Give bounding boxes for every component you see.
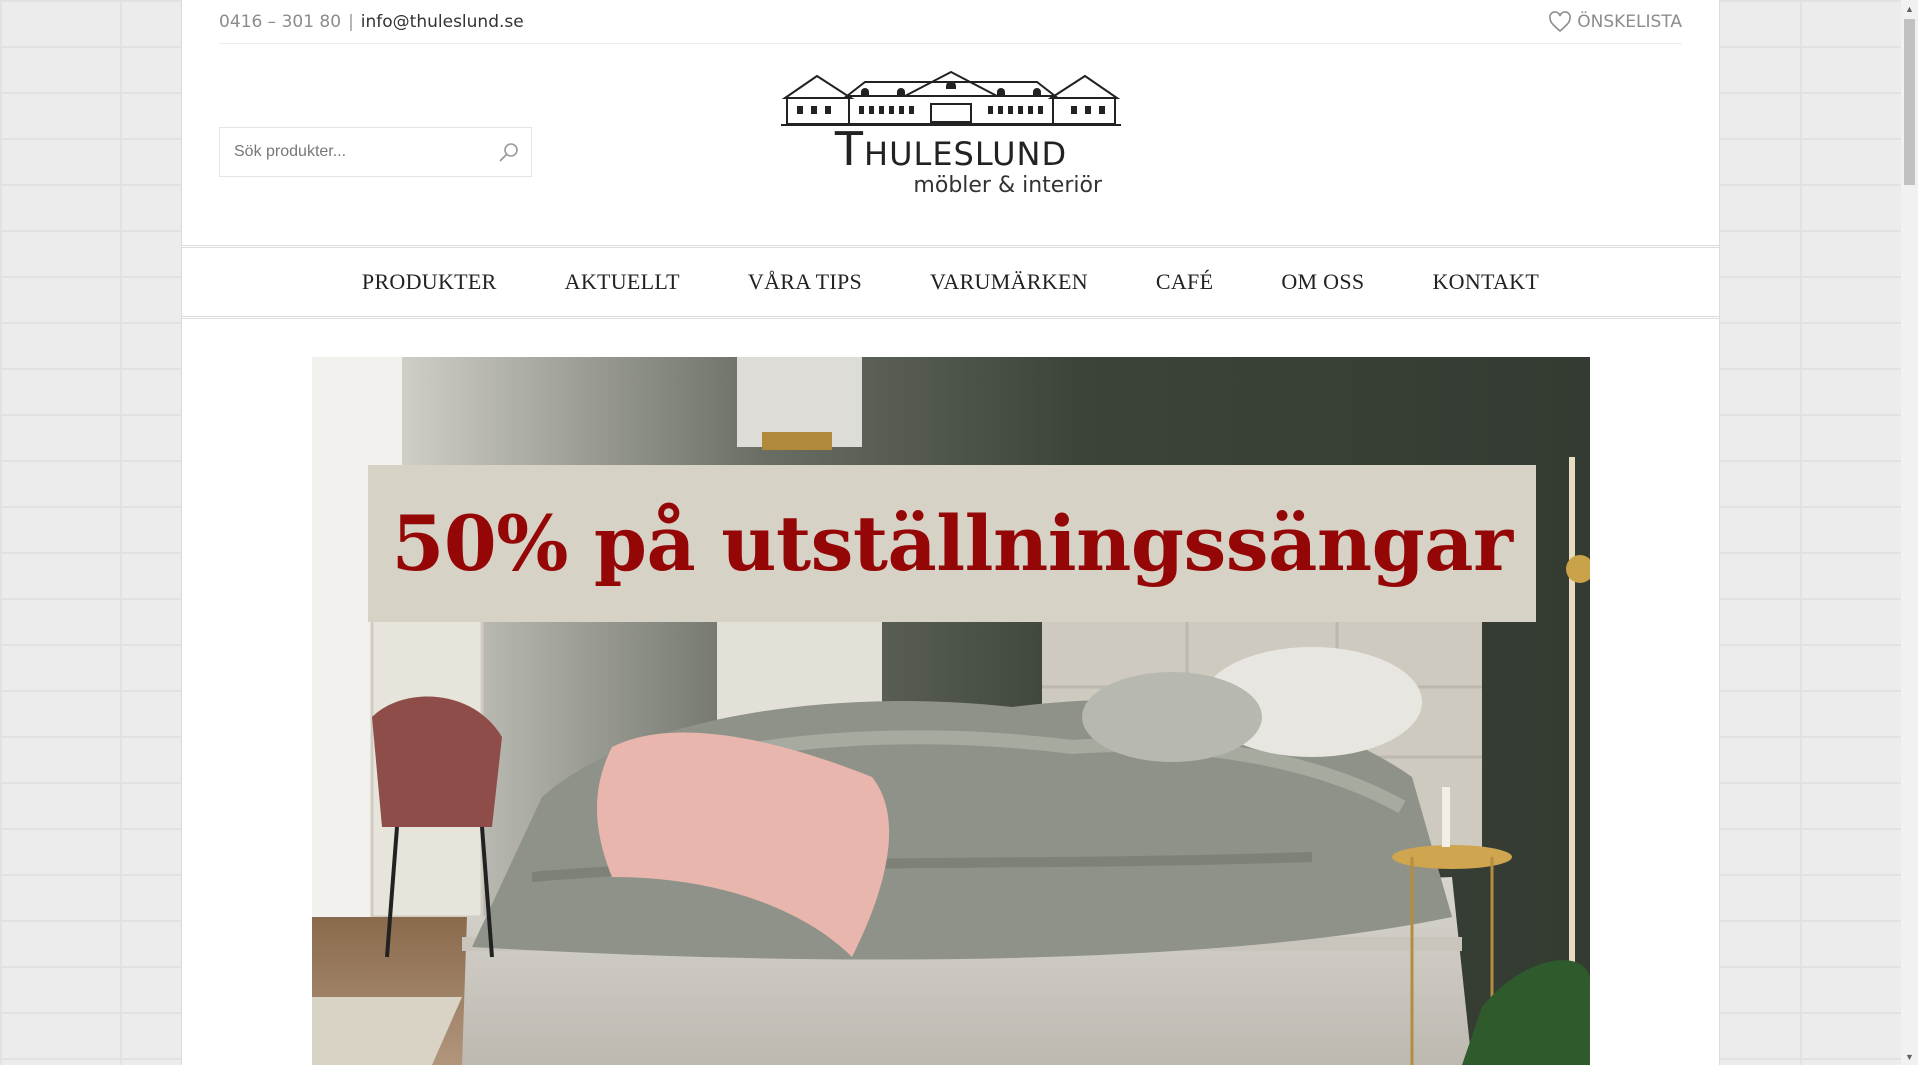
contact-separator: | bbox=[348, 11, 354, 32]
page-container: 0416 – 301 80 | info@thuleslund.se ÖNSKE… bbox=[181, 0, 1720, 1065]
logo-tagline: möbler & interiör bbox=[913, 173, 1102, 198]
scroll-down-arrow-icon[interactable]: ▼ bbox=[1901, 1048, 1918, 1065]
search-input[interactable] bbox=[220, 128, 490, 176]
manor-house-logo bbox=[781, 70, 1121, 126]
scrollbar-thumb[interactable] bbox=[1904, 19, 1915, 185]
search-icon[interactable] bbox=[497, 141, 521, 165]
scroll-up-arrow-icon[interactable]: ▲ bbox=[1901, 0, 1918, 17]
contact-info: 0416 – 301 80 | info@thuleslund.se bbox=[219, 12, 524, 32]
nav-item-kontakt[interactable]: KONTAKT bbox=[1398, 269, 1573, 295]
nav-item-cafe[interactable]: CAFÉ bbox=[1122, 269, 1247, 295]
nav-item-aktuellt[interactable]: AKTUELLT bbox=[531, 269, 714, 295]
hero-banner[interactable]: 50% på utställningssängar bbox=[312, 357, 1590, 1065]
main-navigation: PRODUKTER AKTUELLT VÅRA TIPS VARUMÄRKEN … bbox=[182, 245, 1719, 319]
page-scrollbar[interactable]: ▲ ▼ bbox=[1901, 0, 1918, 1065]
promo-banner: 50% på utställningssängar bbox=[368, 465, 1536, 622]
heart-icon bbox=[1549, 10, 1572, 32]
wishlist-link[interactable]: ÖNSKELISTA bbox=[1548, 10, 1682, 33]
email-link[interactable]: info@thuleslund.se bbox=[361, 12, 524, 32]
promo-banner-text: 50% på utställningssängar bbox=[391, 499, 1513, 588]
site-logo[interactable]: Thuleslund möbler & interiör bbox=[776, 70, 1126, 230]
wishlist-label: ÖNSKELISTA bbox=[1577, 11, 1682, 32]
top-bar: 0416 – 301 80 | info@thuleslund.se ÖNSKE… bbox=[219, 0, 1682, 44]
bedroom-photo bbox=[312, 357, 1590, 1065]
nav-item-vara-tips[interactable]: VÅRA TIPS bbox=[714, 269, 896, 295]
product-search bbox=[219, 127, 532, 177]
nav-item-produkter[interactable]: PRODUKTER bbox=[328, 269, 531, 295]
logo-name: Thuleslund bbox=[834, 122, 1068, 176]
nav-item-varumarken[interactable]: VARUMÄRKEN bbox=[896, 269, 1122, 295]
phone-number[interactable]: 0416 – 301 80 bbox=[219, 12, 341, 32]
nav-item-om-oss[interactable]: OM OSS bbox=[1247, 269, 1398, 295]
